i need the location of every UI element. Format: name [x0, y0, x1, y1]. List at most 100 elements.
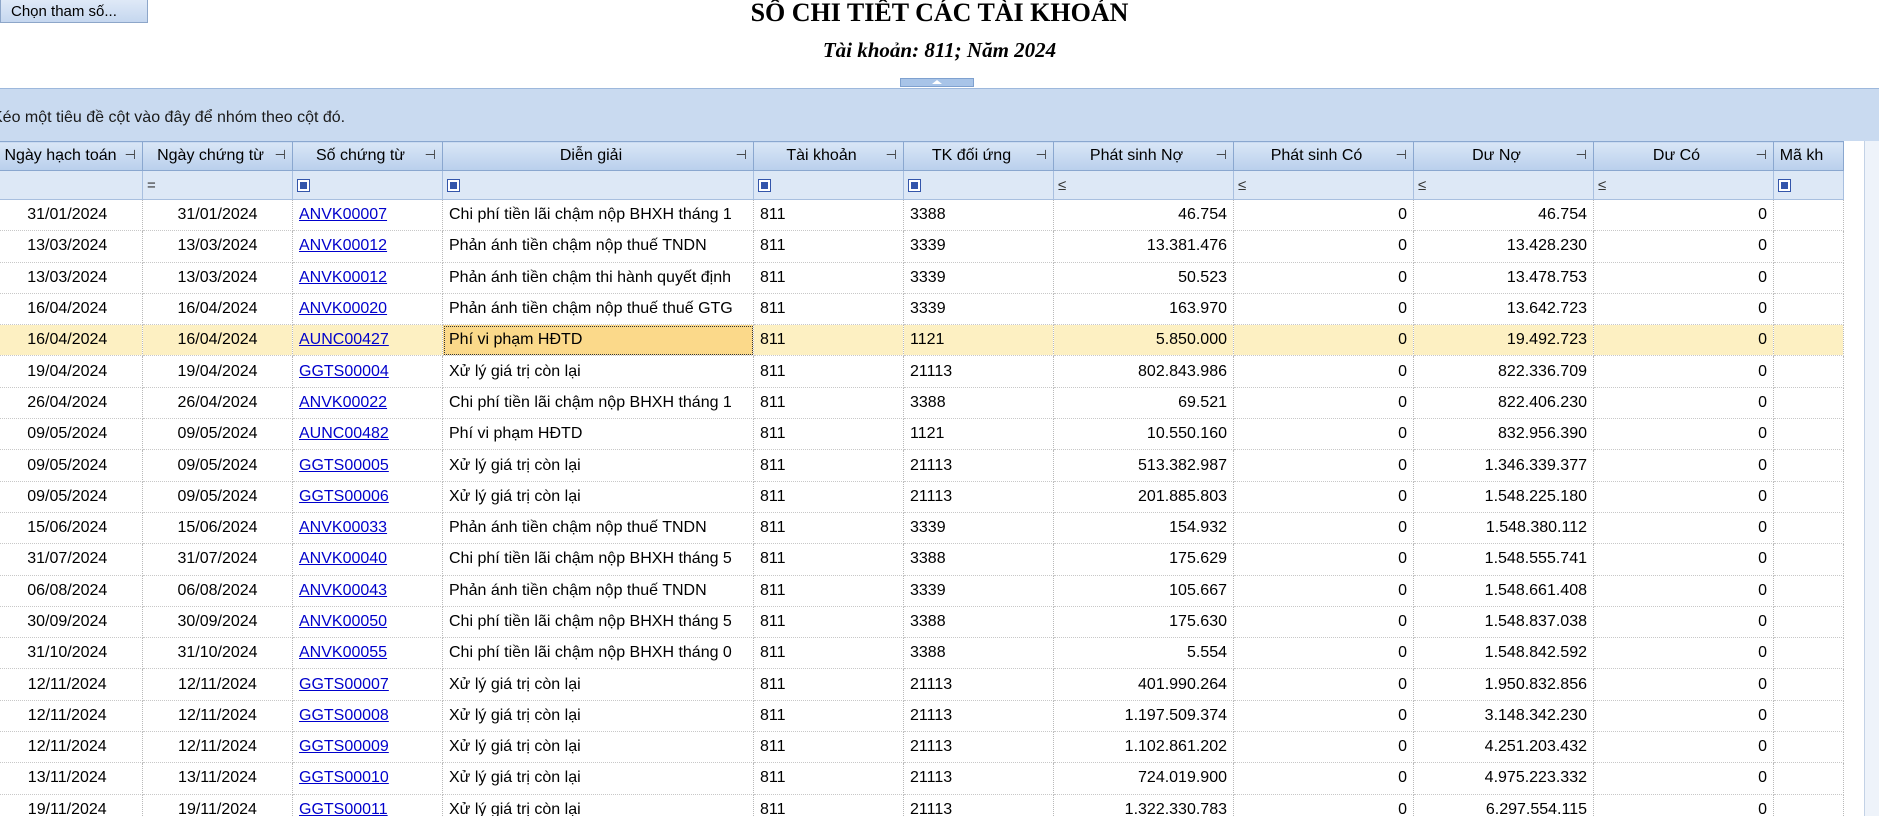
column-header-credit[interactable]: Phát sinh Có ⊣ [1233, 141, 1414, 171]
filter-cell-description[interactable] [442, 170, 754, 200]
filter-cell-debit-balance[interactable]: ≤ [1413, 170, 1594, 200]
cell-voucher-no[interactable]: ANVK00012 [292, 262, 443, 294]
table-row[interactable]: 16/04/2024 16/04/2024 ANVK00020 Phản ánh ti… [0, 293, 1844, 326]
table-row[interactable]: 09/05/2024 09/05/2024 GGTS00006 Xử lý giá t… [0, 481, 1844, 513]
filter-cell-credit[interactable]: ≤ [1233, 170, 1414, 200]
filter-options-icon[interactable] [447, 179, 460, 193]
cell-voucher-no[interactable]: ANVK00040 [292, 543, 443, 576]
voucher-link[interactable]: AUNC00482 [299, 425, 389, 442]
cell-voucher-no[interactable]: GGTS00009 [292, 731, 443, 764]
voucher-link[interactable]: GGTS00007 [299, 676, 389, 693]
voucher-link[interactable]: GGTS00009 [299, 738, 389, 755]
column-header-voucher-date[interactable]: Ngày chứng từ ⊣ [142, 141, 293, 171]
table-row[interactable]: 09/05/2024 09/05/2024 AUNC00482 Phí vi phạm… [0, 418, 1844, 451]
cell-voucher-no[interactable]: AUNC00482 [292, 418, 443, 451]
pin-icon[interactable]: ⊣ [125, 147, 136, 163]
cell-voucher-no[interactable]: GGTS00011 [292, 794, 443, 816]
pin-icon[interactable]: ⊣ [1756, 147, 1767, 163]
cell-voucher-no[interactable]: ANVK00033 [292, 512, 443, 545]
table-row[interactable]: 16/04/2024 16/04/2024 AUNC00427 Phí vi phạm… [0, 324, 1844, 357]
filter-options-icon[interactable] [908, 179, 921, 193]
cell-voucher-no[interactable]: GGTS00006 [292, 481, 443, 513]
table-row[interactable]: 31/07/2024 31/07/2024 ANVK00040 Chi phí tiề… [0, 543, 1844, 576]
filter-cell-debit[interactable]: ≤ [1053, 170, 1234, 200]
column-header-counter-account[interactable]: TK đối ứng ⊣ [903, 141, 1054, 171]
voucher-link[interactable]: ANVK00043 [299, 582, 387, 599]
pin-icon[interactable]: ⊣ [1216, 147, 1227, 163]
voucher-link[interactable]: AUNC00427 [299, 331, 389, 348]
vertical-scrollbar[interactable] [1864, 141, 1879, 816]
voucher-link[interactable]: ANVK00012 [299, 237, 387, 254]
cell-voucher-no[interactable]: ANVK00022 [292, 387, 443, 420]
cell-voucher-no[interactable]: GGTS00005 [292, 449, 443, 482]
voucher-link[interactable]: GGTS00004 [299, 363, 389, 380]
cell-voucher-no[interactable]: ANVK00020 [292, 293, 443, 326]
filter-operator[interactable]: ≤ [1238, 177, 1246, 194]
pin-icon[interactable]: ⊣ [1036, 147, 1047, 163]
filter-cell-voucher-no[interactable] [292, 170, 443, 200]
column-header-credit-balance[interactable]: Dư Có ⊣ [1593, 141, 1774, 171]
filter-cell-account[interactable] [753, 170, 904, 200]
cell-voucher-no[interactable]: AUNC00427 [292, 324, 443, 357]
pin-icon[interactable]: ⊣ [736, 147, 747, 163]
pin-icon[interactable]: ⊣ [425, 147, 436, 163]
voucher-link[interactable]: ANVK00022 [299, 394, 387, 411]
voucher-link[interactable]: GGTS00005 [299, 457, 389, 474]
cell-voucher-no[interactable]: ANVK00007 [292, 199, 443, 232]
voucher-link[interactable]: ANVK00007 [299, 206, 387, 223]
filter-operator[interactable]: = [147, 177, 156, 194]
cell-voucher-no[interactable]: GGTS00008 [292, 700, 443, 733]
voucher-link[interactable]: GGTS00008 [299, 707, 389, 724]
table-row[interactable]: 06/08/2024 06/08/2024 ANVK00043 Phản ánh ti… [0, 575, 1844, 607]
group-by-panel[interactable]: Kéo một tiêu đề cột vào đây để nhóm theo… [0, 88, 1879, 141]
filter-cell-posting-date[interactable] [0, 170, 143, 200]
filter-cell-counter-account[interactable] [903, 170, 1054, 200]
table-row[interactable]: 13/03/2024 13/03/2024 ANVK00012 Phản ánh ti… [0, 230, 1844, 263]
voucher-link[interactable]: ANVK00055 [299, 644, 387, 661]
pin-icon[interactable]: ⊣ [886, 147, 897, 163]
table-row[interactable]: 13/03/2024 13/03/2024 ANVK00012 Phản ánh ti… [0, 262, 1844, 294]
cell-voucher-no[interactable]: ANVK00043 [292, 575, 443, 607]
table-row[interactable]: 31/10/2024 31/10/2024 ANVK00055 Chi phí tiề… [0, 637, 1844, 670]
column-header-description[interactable]: Diễn giải ⊣ [442, 141, 754, 171]
filter-operator[interactable]: ≤ [1058, 177, 1066, 194]
column-header-debit[interactable]: Phát sinh Nợ ⊣ [1053, 141, 1234, 171]
table-row[interactable]: 12/11/2024 12/11/2024 GGTS00007 Xử lý giá t… [0, 668, 1844, 701]
cell-voucher-no[interactable]: GGTS00004 [292, 355, 443, 388]
voucher-link[interactable]: ANVK00050 [299, 613, 387, 630]
filter-cell-customer-code[interactable] [1773, 170, 1844, 200]
table-row[interactable]: 30/09/2024 30/09/2024 ANVK00050 Chi phí tiề… [0, 606, 1844, 639]
ledger-grid[interactable]: Ngày hạch toán ⊣ Ngày chứng từ ⊣ Số chứng từ… [0, 141, 1879, 816]
column-header-account[interactable]: Tài khoản ⊣ [753, 141, 904, 171]
table-row[interactable]: 31/01/2024 31/01/2024 ANVK00007 Chi phí tiề… [0, 199, 1844, 232]
voucher-link[interactable]: ANVK00020 [299, 300, 387, 317]
cell-voucher-no[interactable]: GGTS00010 [292, 762, 443, 795]
pin-icon[interactable]: ⊣ [1576, 147, 1587, 163]
table-row[interactable]: 15/06/2024 15/06/2024 ANVK00033 Phản ánh ti… [0, 512, 1844, 545]
column-header-posting-date[interactable]: Ngày hạch toán ⊣ [0, 141, 143, 171]
table-row[interactable]: 09/05/2024 09/05/2024 GGTS00005 Xử lý giá t… [0, 449, 1844, 482]
cell-voucher-no[interactable]: ANVK00012 [292, 230, 443, 263]
voucher-link[interactable]: GGTS00006 [299, 488, 389, 505]
voucher-link[interactable]: ANVK00012 [299, 269, 387, 286]
table-row[interactable]: 19/04/2024 19/04/2024 GGTS00004 Xử lý giá t… [0, 355, 1844, 388]
pin-icon[interactable]: ⊣ [275, 147, 286, 163]
voucher-link[interactable]: ANVK00033 [299, 519, 387, 536]
filter-options-icon[interactable] [297, 179, 310, 193]
filter-cell-credit-balance[interactable]: ≤ [1593, 170, 1774, 200]
table-row[interactable]: 26/04/2024 26/04/2024 ANVK00022 Chi phí tiề… [0, 387, 1844, 420]
column-header-debit-balance[interactable]: Dư Nợ ⊣ [1413, 141, 1594, 171]
cell-voucher-no[interactable]: GGTS00007 [292, 668, 443, 701]
collapse-header-handle[interactable] [900, 78, 974, 87]
voucher-link[interactable]: GGTS00010 [299, 769, 389, 786]
filter-operator[interactable]: ≤ [1598, 177, 1606, 194]
table-row[interactable]: 12/11/2024 12/11/2024 GGTS00009 Xử lý giá t… [0, 731, 1844, 764]
filter-cell-voucher-date[interactable]: = [142, 170, 293, 200]
column-header-voucher-no[interactable]: Số chứng từ ⊣ [292, 141, 443, 171]
cell-voucher-no[interactable]: ANVK00055 [292, 637, 443, 670]
pin-icon[interactable]: ⊣ [1396, 147, 1407, 163]
filter-options-icon[interactable] [1778, 179, 1791, 193]
table-row[interactable]: 19/11/2024 19/11/2024 GGTS00011 Xử lý giá t… [0, 794, 1844, 816]
voucher-link[interactable]: GGTS00011 [299, 801, 388, 816]
cell-voucher-no[interactable]: ANVK00050 [292, 606, 443, 639]
